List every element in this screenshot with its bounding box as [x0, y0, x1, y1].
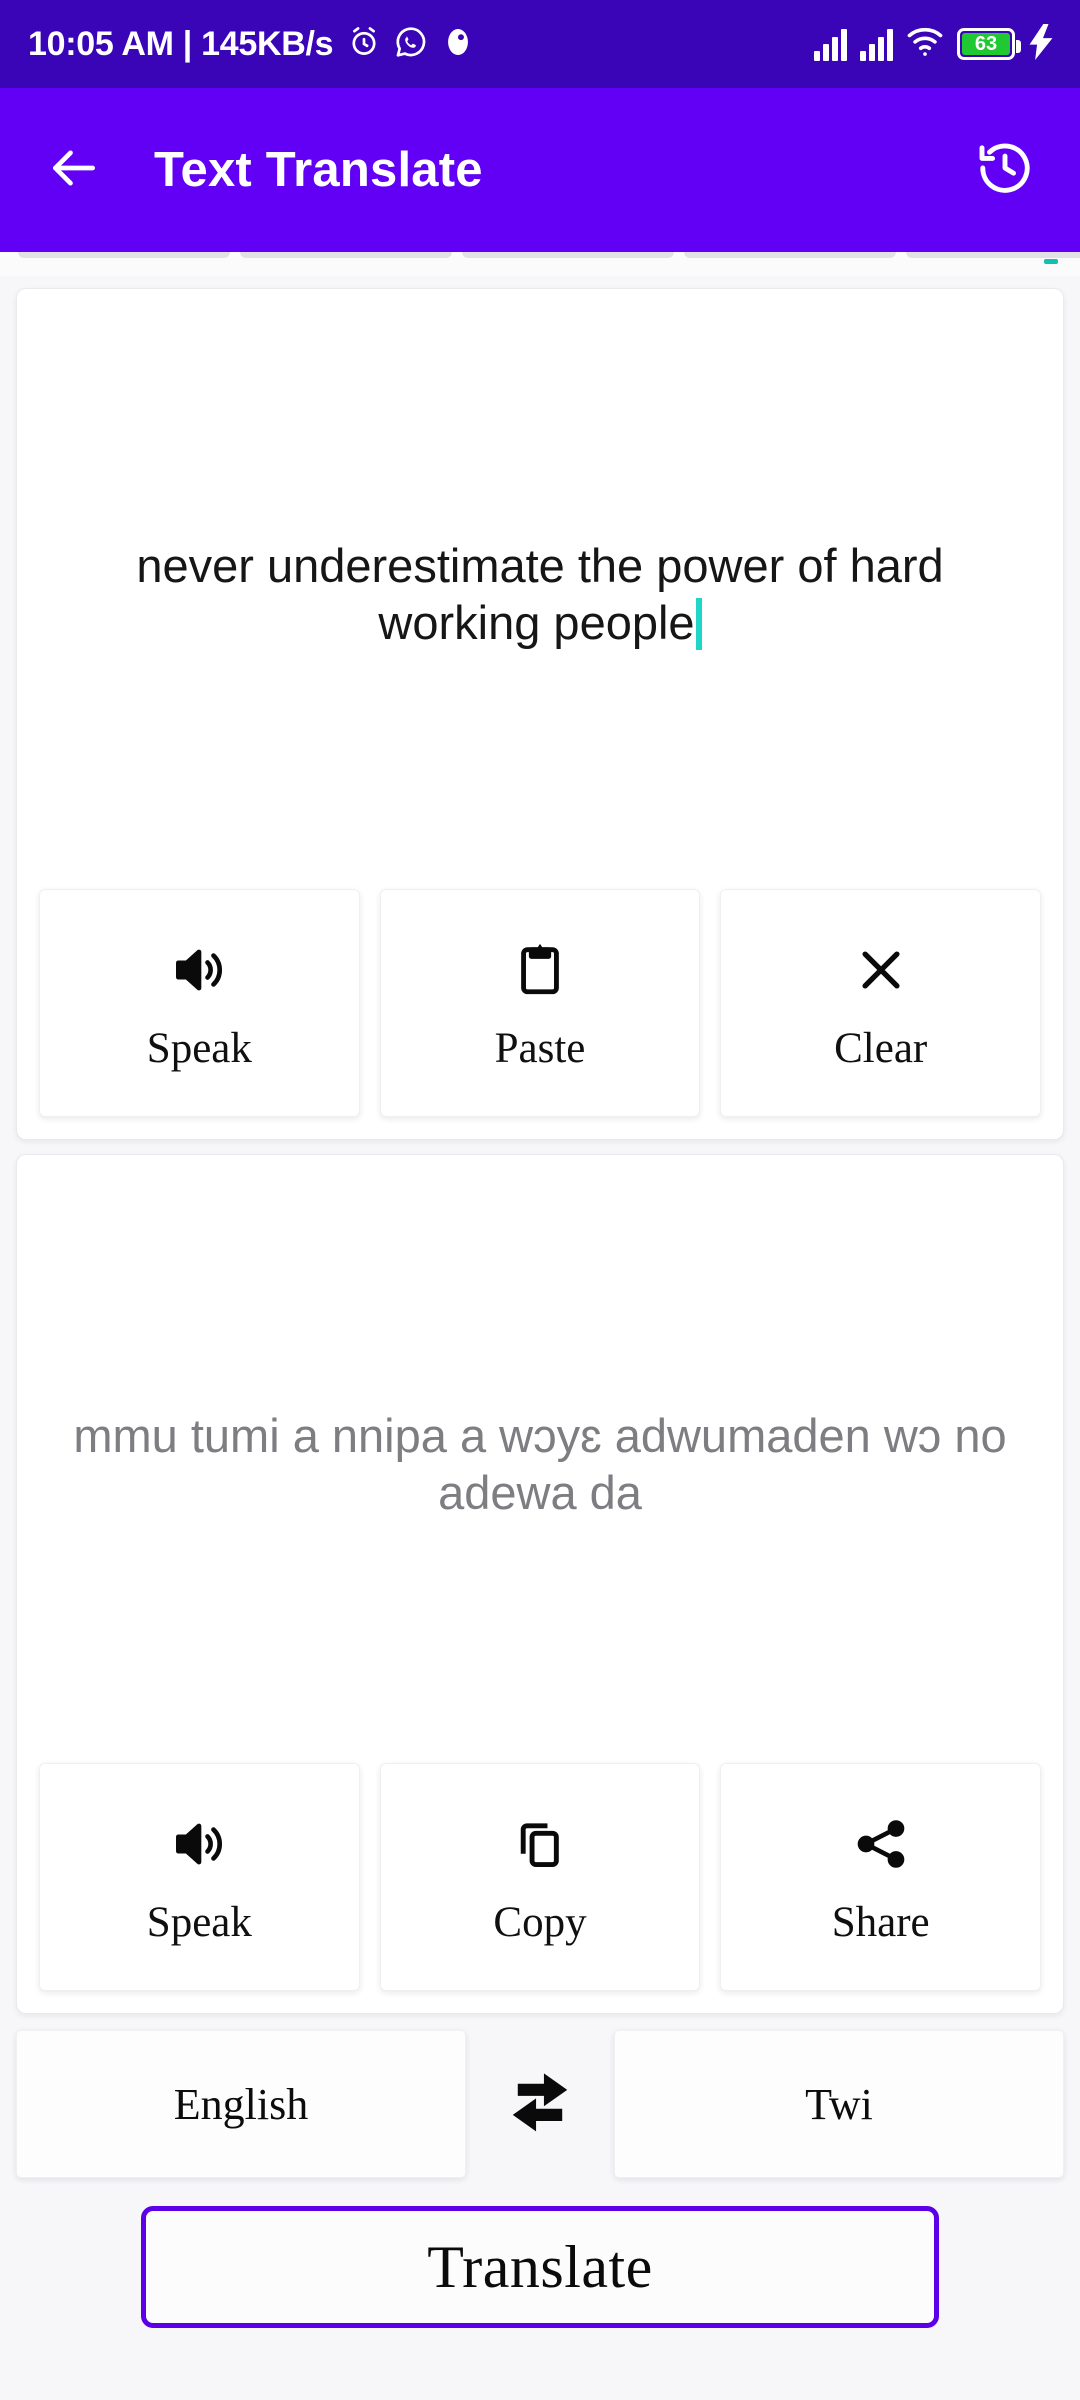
battery-icon: 63: [957, 28, 1021, 60]
target-text-area: mmu tumi a nnipa a wɔyɛ adwumaden wɔ no …: [17, 1155, 1063, 1763]
clipped-chip-edge: [462, 252, 674, 258]
translate-button[interactable]: Translate: [141, 2206, 939, 2328]
app-icon: [441, 25, 475, 64]
source-text-input[interactable]: never underestimate the power of hard wo…: [63, 537, 1017, 652]
signal-bars-sim1-icon: [814, 27, 847, 61]
status-notification-icons: [347, 25, 475, 64]
app-screen: 10:05 AM | 145KB/s 63 Text Translate nev…: [0, 0, 1080, 2400]
target-text-panel: mmu tumi a nnipa a wɔyɛ adwumaden wɔ no …: [16, 1154, 1064, 2014]
clipped-chip-edge: [906, 252, 1080, 258]
copy-icon: [512, 1811, 568, 1877]
text-caret: [695, 598, 702, 650]
source-language-selector[interactable]: English: [16, 2030, 466, 2178]
back-arrow-icon[interactable]: [46, 140, 102, 201]
speak-source-button[interactable]: Speak: [39, 889, 360, 1117]
wifi-icon: [906, 26, 944, 63]
share-nodes-icon: [852, 1811, 910, 1877]
paste-label: Paste: [494, 1024, 586, 1072]
status-clock: 10:05 AM | 145KB/s: [28, 24, 334, 63]
volume-up-icon: [168, 937, 230, 1003]
clipped-teal-marker: [1044, 259, 1058, 264]
signal-bars-sim2-icon: [860, 27, 893, 61]
source-text-area[interactable]: never underestimate the power of hard wo…: [17, 289, 1063, 889]
page-title: Text Translate: [154, 143, 483, 197]
status-bar-left: 10:05 AM | 145KB/s: [28, 25, 475, 64]
alarm-icon: [347, 25, 381, 64]
clear-button[interactable]: Clear: [720, 889, 1042, 1117]
clipped-scroll-strip: [0, 252, 1080, 276]
swap-languages-button[interactable]: [466, 2030, 614, 2178]
clipboard-icon: [511, 937, 569, 1003]
whatsapp-icon: [394, 25, 428, 64]
source-action-row: Speak Paste Clear: [17, 889, 1063, 1139]
copy-label: Copy: [493, 1898, 587, 1946]
charging-bolt-icon: [1028, 23, 1054, 65]
speak-source-label: Speak: [146, 1024, 252, 1072]
clipped-chip-edge: [18, 252, 230, 258]
paste-button[interactable]: Paste: [379, 889, 701, 1117]
target-action-row: Speak Copy Share: [17, 1763, 1063, 2013]
source-language-label: English: [173, 2079, 309, 2129]
status-bar-right: 63: [814, 23, 1054, 65]
copy-button[interactable]: Copy: [379, 1763, 701, 1991]
clipped-chip-edge: [240, 252, 452, 258]
speak-target-button[interactable]: Speak: [39, 1763, 360, 1991]
share-button[interactable]: Share: [720, 1763, 1042, 1991]
translate-button-container: Translate: [0, 2178, 1080, 2400]
translate-button-label: Translate: [427, 2233, 653, 2300]
app-bar: Text Translate: [0, 88, 1080, 252]
source-text-panel: never underestimate the power of hard wo…: [16, 288, 1064, 1140]
close-x-icon: [853, 937, 909, 1003]
status-bar: 10:05 AM | 145KB/s 63: [0, 0, 1080, 88]
history-icon[interactable]: [974, 137, 1036, 204]
target-language-label: Twi: [805, 2079, 873, 2129]
battery-level-label: 63: [962, 33, 1010, 55]
speak-target-label: Speak: [146, 1898, 252, 1946]
language-selector-bar: English Twi: [16, 2030, 1064, 2178]
source-text-value: never underestimate the power of hard wo…: [136, 538, 944, 649]
volume-up-icon: [168, 1811, 230, 1877]
clear-label: Clear: [834, 1024, 928, 1072]
translated-text: mmu tumi a nnipa a wɔyɛ adwumaden wɔ no …: [73, 1408, 1007, 1519]
main-content: never underestimate the power of hard wo…: [0, 276, 1080, 2400]
clipped-chip-edge: [684, 252, 896, 258]
swap-horizontal-icon: [497, 2059, 583, 2150]
share-label: Share: [831, 1898, 930, 1946]
target-language-selector[interactable]: Twi: [614, 2030, 1064, 2178]
